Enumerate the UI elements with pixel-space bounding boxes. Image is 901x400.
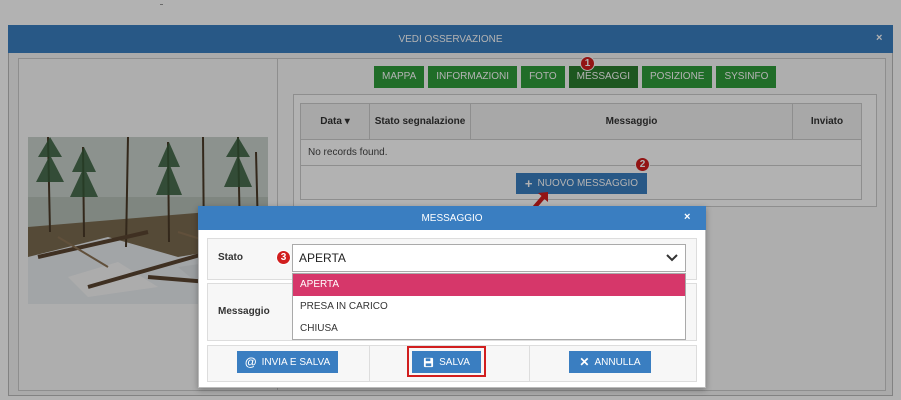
annulla-button[interactable]: ✕ ANNULLA	[569, 351, 651, 373]
stato-select-value: APERTA	[299, 251, 346, 265]
messaggio-label: Messaggio	[218, 306, 270, 317]
footer-divider	[369, 345, 370, 382]
option-aperta[interactable]: APERTA	[293, 274, 685, 296]
salva-label: SALVA	[439, 356, 470, 368]
option-chiusa[interactable]: CHIUSA	[293, 318, 685, 340]
invia-e-salva-label: INVIA E SALVA	[261, 356, 331, 368]
step-badge-3: 3	[276, 250, 291, 265]
option-presa-in-carico[interactable]: PRESA IN CARICO	[293, 296, 685, 318]
chevron-down-icon[interactable]	[666, 253, 678, 263]
dialog-titlebar: MESSAGGIO	[198, 206, 706, 230]
x-icon: ✕	[579, 355, 590, 369]
at-sign-icon: @	[244, 355, 257, 369]
salva-button[interactable]: SALVA	[412, 351, 481, 373]
dialog-title: MESSAGGIO	[421, 212, 483, 224]
floppy-disk-icon	[424, 357, 434, 367]
stato-select[interactable]: APERTA	[292, 244, 686, 272]
footer-divider	[529, 345, 530, 382]
stato-dropdown-list: APERTA PRESA IN CARICO CHIUSA	[292, 273, 686, 340]
invia-e-salva-button[interactable]: @ INVIA E SALVA	[237, 351, 338, 373]
dialog-close-icon[interactable]: ×	[684, 211, 690, 223]
annulla-label: ANNULLA	[594, 356, 641, 368]
stato-label: Stato	[218, 252, 243, 263]
